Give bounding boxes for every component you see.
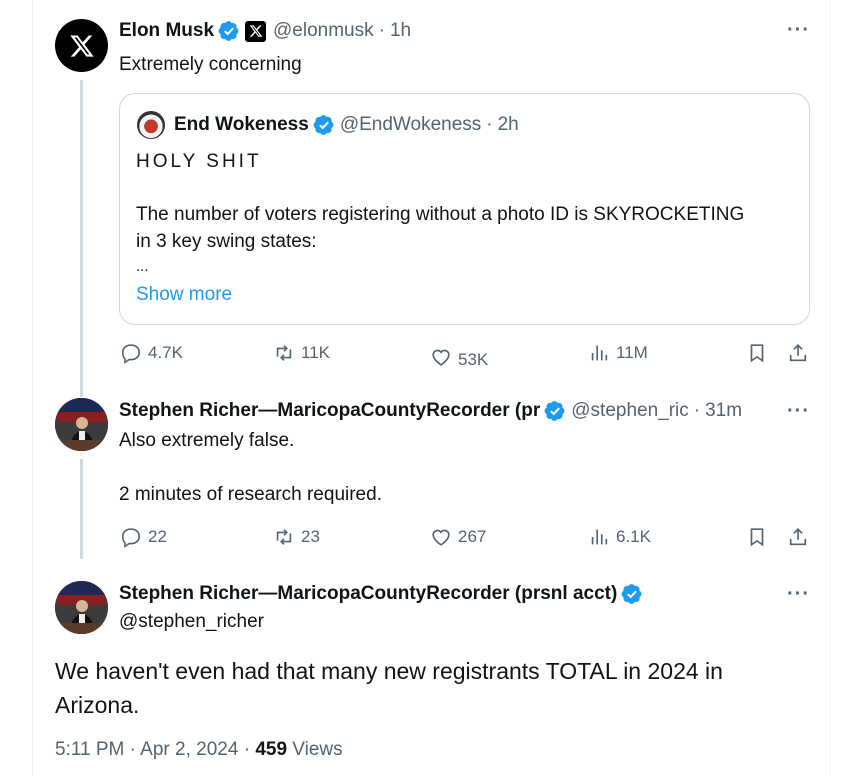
tweet-header: Stephen Richer—MaricopaCountyRecorder (p… [119, 400, 742, 422]
reply-button[interactable]: 4.7K [120, 342, 183, 364]
verified-badge-icon [544, 401, 565, 421]
tweet-time[interactable]: 1h [390, 20, 411, 42]
views-count: 11M [616, 343, 648, 362]
bookmark-button[interactable] [746, 342, 768, 364]
author-name[interactable]: Elon Musk [119, 20, 214, 42]
author-handle[interactable]: @elonmusk [273, 20, 374, 42]
repost-count: 23 [301, 527, 320, 546]
reply-button[interactable]: 22 [120, 526, 167, 548]
separator-dot: · [486, 114, 493, 135]
like-button[interactable]: 267 [430, 526, 486, 548]
quote-avatar [137, 111, 165, 139]
show-more-link[interactable]: Show more [136, 281, 232, 308]
verified-badge-icon [313, 115, 334, 135]
bookmark-button[interactable] [746, 526, 768, 548]
tweet-text: Extremely concerning [119, 54, 302, 75]
author-name[interactable]: Stephen Richer—MaricopaCountyRecorder (p… [119, 583, 617, 605]
tweet-time[interactable]: 31m [705, 400, 742, 422]
views-button[interactable]: 11M [588, 342, 648, 364]
reply-count: 22 [148, 527, 167, 546]
author-name[interactable]: Stephen Richer—MaricopaCountyRecorder (p… [119, 400, 540, 422]
like-count: 53K [458, 350, 489, 369]
quote-text-line: ... [136, 258, 149, 275]
views-count: 6.1K [616, 527, 651, 546]
share-icon [789, 528, 807, 546]
more-options-icon[interactable]: ··· [787, 583, 810, 606]
quote-text-line: HOLY SHIT [136, 151, 262, 172]
share-icon [789, 344, 807, 362]
tweet-meta: 5:11 PM · Apr 2, 2024 · 459 Views [55, 739, 343, 761]
repost-button[interactable]: 23 [273, 526, 320, 548]
reply-icon [121, 528, 141, 548]
repost-icon [276, 529, 292, 545]
tweet-text-line: 2 minutes of research required. [119, 484, 382, 505]
thread-line [80, 459, 83, 559]
repost-count: 11K [301, 343, 330, 362]
views-label: Views [292, 739, 343, 760]
tweet-header: Stephen Richer—MaricopaCountyRecorder (p… [119, 583, 648, 605]
frame-border-right [830, 0, 831, 776]
author-handle[interactable]: @stephen_richer [119, 608, 264, 635]
share-button[interactable] [787, 342, 809, 364]
tweet-text-line: Arizona. [55, 692, 140, 718]
quote-text-line: in 3 key swing states: [136, 231, 317, 252]
separator-dot: · [378, 20, 385, 41]
reply-icon [121, 344, 141, 364]
like-count: 267 [458, 527, 487, 546]
author-handle[interactable]: @stephen_ric [571, 400, 689, 422]
verified-badge-icon [218, 21, 239, 41]
more-options-icon[interactable]: ··· [787, 400, 810, 423]
quote-time: 2h [497, 114, 519, 135]
quote-author-name: End Wokeness [174, 114, 309, 135]
avatar[interactable] [55, 19, 108, 72]
heart-icon [432, 529, 450, 546]
tweet-text-line: Also extremely false. [119, 430, 295, 451]
more-options-icon[interactable]: ··· [787, 19, 810, 42]
views-button[interactable]: 6.1K [588, 526, 651, 548]
tweet-header: Elon Musk @elonmusk · 1h [119, 20, 411, 42]
tweet-text-line: We haven't even had that many new regist… [55, 658, 723, 684]
timestamp[interactable]: 5:11 PM · Apr 2, 2024 · [55, 739, 250, 760]
quote-author-handle: @EndWokeness [339, 114, 482, 135]
profile-photo [55, 398, 108, 451]
share-button[interactable] [787, 526, 809, 548]
x-logo-icon [69, 34, 94, 57]
separator-dot: · [693, 400, 701, 421]
profile-photo [55, 581, 108, 634]
frame-border-left [32, 0, 33, 776]
repost-button[interactable]: 11K [273, 342, 330, 364]
analytics-icon [591, 529, 608, 545]
thread-line [80, 80, 83, 397]
avatar[interactable] [55, 398, 108, 451]
heart-icon [432, 349, 450, 366]
quote-header: End Wokeness @EndWokeness · 2h [174, 114, 519, 136]
bookmark-icon [750, 528, 764, 547]
like-button[interactable]: 53K [430, 344, 488, 370]
bookmark-icon [750, 344, 764, 363]
reply-count: 4.7K [148, 343, 183, 362]
x-affiliate-badge-icon [245, 20, 267, 42]
verified-badge-icon [621, 584, 642, 604]
analytics-icon [591, 345, 608, 361]
quote-text-line: The number of voters registering without… [136, 204, 745, 225]
avatar[interactable] [55, 581, 108, 634]
repost-icon [276, 345, 292, 361]
views-count: 459 [255, 739, 288, 760]
